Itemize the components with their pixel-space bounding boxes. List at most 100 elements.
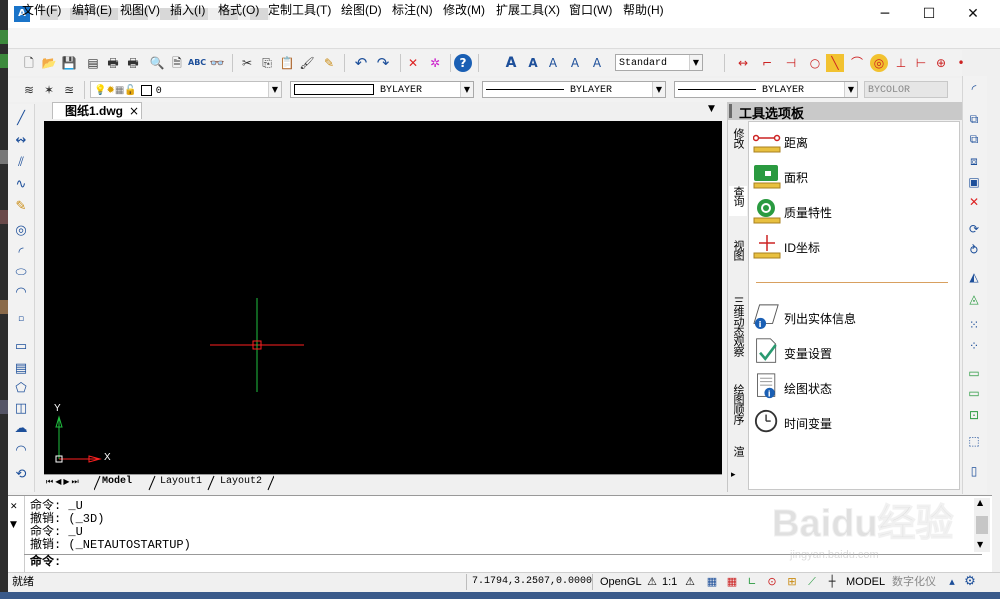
print-icon[interactable]: 🖶 (104, 54, 122, 72)
polyline-icon[interactable]: ⫽ (12, 154, 30, 172)
palette-tab-query[interactable]: 查询 (729, 186, 747, 216)
publish-icon[interactable]: 🗎 (168, 54, 186, 72)
annotation-scale-icon[interactable]: ⚠ (644, 574, 660, 590)
close-button[interactable]: ✕ (950, 0, 996, 28)
document-tab[interactable]: 图纸1.dwg × (52, 102, 142, 119)
wipeout-icon[interactable]: ◠ (12, 442, 30, 460)
mirror-copy-icon[interactable]: ⧉ (965, 130, 983, 148)
dim-ordinate-icon[interactable]: ⊣ (782, 54, 800, 72)
layer-manager-icon[interactable]: ≋ (20, 81, 38, 99)
dim-tolerance-icon[interactable]: ⊕ (932, 54, 950, 72)
menu-format[interactable]: 格式(O) (218, 2, 259, 18)
menu-edit[interactable]: 编辑(E) (72, 2, 112, 18)
scale-icon[interactable]: ▭ (965, 384, 983, 402)
tool-drawing-status[interactable]: 绘图状态 (784, 381, 832, 397)
new-icon[interactable]: 🗋 (20, 54, 38, 72)
tool-variable-settings[interactable]: 变量设置 (784, 346, 832, 362)
rotate-icon[interactable]: ⟳ (965, 220, 983, 238)
drawing-canvas[interactable]: Y X (44, 121, 722, 474)
command-close-icon[interactable]: ✕ (10, 502, 18, 512)
settings-gear-icon[interactable]: ⚙ (962, 574, 978, 590)
ellipse-arc-icon[interactable]: ◠ (12, 284, 30, 302)
erase-icon[interactable]: ✕ (404, 54, 422, 72)
help-icon[interactable]: ? (454, 54, 472, 72)
ellipse-icon[interactable]: ⬭ (12, 264, 30, 282)
menu-modify[interactable]: 修改(M) (443, 2, 485, 18)
coordinate-readout[interactable]: 7.1794,3.2507,0.0000 (472, 575, 592, 589)
command-scrollbar[interactable]: ▲ ▼ (974, 498, 990, 552)
text-edit-icon[interactable]: A (544, 54, 562, 72)
dim-center-icon[interactable]: ◎ (870, 54, 888, 72)
osnap-icon[interactable]: ⊞ (784, 574, 800, 590)
undo-icon[interactable]: ↶ (352, 54, 370, 72)
cut-icon[interactable]: ✂ (238, 54, 256, 72)
color-combo[interactable]: BYLAYER ▼ (290, 81, 474, 98)
menu-dimension[interactable]: 标注(N) (392, 2, 433, 18)
arc-right-icon[interactable]: ◜ (965, 80, 983, 98)
linetype-combo[interactable]: BYLAYER ▼ (482, 81, 666, 98)
freehand-icon[interactable]: ✎ (12, 198, 30, 216)
save-icon[interactable]: 💾 (60, 54, 78, 72)
rectangle-icon[interactable]: ▭ (12, 338, 30, 356)
text-style-icon[interactable]: A (502, 54, 520, 72)
dim-baseline-icon[interactable]: ⊥ (892, 54, 910, 72)
match-properties-icon[interactable]: 🖌 (298, 54, 316, 72)
tool-time-variable[interactable]: 时间变量 (784, 416, 832, 432)
menu-file[interactable]: 文件(F) (22, 2, 61, 18)
region-icon[interactable]: ◫ (12, 400, 30, 418)
command-menu-icon[interactable]: ▼ (10, 520, 17, 530)
grid-icon[interactable]: ▦ (724, 574, 740, 590)
polar-icon[interactable]: ⊙ (764, 574, 780, 590)
sheet-set-icon[interactable]: ▤ (84, 54, 102, 72)
menu-window[interactable]: 窗口(W) (569, 2, 612, 18)
spline-icon[interactable]: ∿ (12, 176, 30, 194)
plot-icon[interactable]: 🖶 (124, 54, 142, 72)
redo-icon[interactable]: ↷ (374, 54, 392, 72)
text-format-icon[interactable]: A (566, 54, 584, 72)
spell-check-icon[interactable]: ABC (188, 54, 206, 72)
menu-help[interactable]: 帮助(H) (623, 2, 664, 18)
print-preview-icon[interactable]: 🔍 (148, 54, 166, 72)
point-icon-left[interactable]: ▫ (12, 310, 30, 328)
otrack-icon[interactable]: ⟋ (804, 574, 820, 590)
tab-list-icon[interactable]: ▼ (708, 104, 715, 114)
tool-distance[interactable]: 距离 (784, 135, 808, 151)
layer-states-icon[interactable]: ✶ (40, 81, 58, 99)
ortho-icon[interactable]: ∟ (744, 574, 760, 590)
delete-icon[interactable]: ✕ (965, 193, 983, 211)
palette-tab-modify[interactable]: 修改(M) (729, 128, 747, 168)
paste-icon[interactable]: 📋 (278, 54, 296, 72)
status-menu-icon[interactable]: ▴ (944, 574, 960, 590)
text-icon[interactable]: A (524, 54, 542, 72)
dim-continue-icon[interactable]: ⊢ (912, 54, 930, 72)
dim-radius-icon[interactable]: ╲ (826, 54, 844, 72)
copy-icon[interactable]: ⎘ (258, 54, 276, 72)
polygon-icon[interactable]: ⬠ (12, 380, 30, 398)
tool-palette-titlebar[interactable]: 工具选项板 (727, 102, 962, 121)
menu-extended-tools[interactable]: 扩展工具(X) (496, 2, 560, 18)
minimize-button[interactable]: ─ (862, 0, 908, 28)
line-icon[interactable]: ╱ (12, 110, 30, 128)
renderer-mode[interactable]: OpenGL (600, 575, 642, 589)
trim-icon[interactable]: ⊡ (965, 406, 983, 424)
dim-linear-icon[interactable]: ↔ (734, 54, 752, 72)
annotation-scale[interactable]: 1:1 (662, 575, 677, 589)
move-icon[interactable]: ⧈ (965, 152, 983, 170)
lineweight-toggle-icon[interactable]: ┼ (824, 574, 840, 590)
snap-icon[interactable]: ▦ (704, 574, 720, 590)
arc-icon[interactable]: ◜ (12, 244, 30, 262)
circle-center-icon[interactable]: ◎ (12, 222, 30, 240)
purge-icon[interactable]: ✲ (426, 54, 444, 72)
rotate-alt-icon[interactable]: ⥁ (965, 241, 983, 259)
array-icon[interactable]: ◬ (965, 290, 983, 308)
tool-mass-properties[interactable]: 质量特性 (784, 205, 832, 221)
menu-draw[interactable]: 绘图(D) (341, 2, 382, 18)
palette-tab-render[interactable]: 渲 (729, 446, 747, 462)
command-prompt[interactable]: 命令: (30, 556, 61, 568)
find-icon[interactable]: 👓 (208, 54, 226, 72)
hatch-icon[interactable]: ▤ (12, 360, 30, 378)
brush-icon[interactable]: ✎ (320, 54, 338, 72)
offset-icon[interactable]: ▣ (965, 173, 983, 191)
model-space-toggle[interactable]: MODEL (846, 575, 885, 589)
copy-object-icon[interactable]: ⧉ (965, 110, 983, 128)
